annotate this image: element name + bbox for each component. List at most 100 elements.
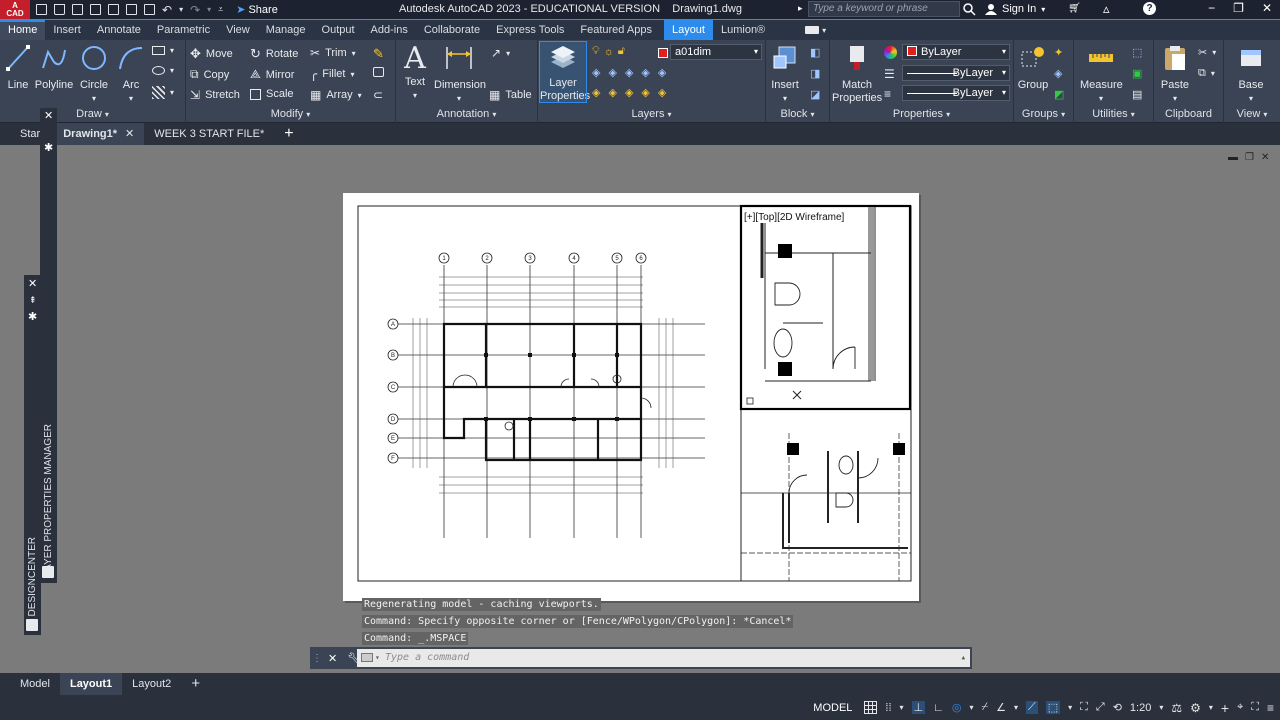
clean-screen-icon[interactable]: ⛶ bbox=[1251, 701, 1259, 714]
new-file-icon[interactable] bbox=[36, 4, 47, 15]
command-grip-icon[interactable]: ⋮ bbox=[312, 653, 322, 664]
dimension-button[interactable]: Dimension ▾ bbox=[434, 44, 486, 105]
ungroup-button[interactable]: ✦ bbox=[1054, 46, 1063, 59]
circle-dropdown-icon[interactable]: ▾ bbox=[78, 92, 110, 105]
polyline-button[interactable]: Polyline bbox=[34, 44, 74, 92]
snap-dropdown-icon[interactable]: ▾ bbox=[900, 703, 904, 712]
autocad-logo[interactable]: A CAD bbox=[0, 0, 30, 19]
layer-properties-button[interactable]: Layer Properties bbox=[539, 41, 590, 103]
block-attributes-button[interactable]: ◪ bbox=[810, 88, 820, 101]
group-select-button[interactable]: ◩ bbox=[1054, 88, 1064, 101]
tab-parametric[interactable]: Parametric bbox=[149, 20, 218, 40]
undo-icon[interactable]: ↶ bbox=[162, 4, 172, 16]
tab-express-tools[interactable]: Express Tools bbox=[488, 20, 572, 40]
viewport-scale[interactable]: 1:20 bbox=[1130, 702, 1151, 714]
workspace-dropdown-icon[interactable]: ▾ bbox=[1209, 703, 1213, 712]
rotate-button[interactable]: ↻ Rotate bbox=[250, 46, 298, 62]
tab-view[interactable]: View bbox=[218, 20, 258, 40]
viewport-minimize-icon[interactable]: ▬ bbox=[1228, 152, 1238, 163]
layers-panel-title[interactable]: Layers ▾ bbox=[538, 108, 765, 120]
anno-monitor-icon[interactable]: ⟲ bbox=[1113, 701, 1122, 714]
linetype-dropdown[interactable]: ByLayer ▾ bbox=[902, 65, 1010, 81]
redo-dropdown-icon[interactable]: ▾ bbox=[207, 5, 211, 14]
palette-settings-icon[interactable]: ✱ bbox=[44, 141, 53, 154]
tab-manage[interactable]: Manage bbox=[258, 20, 314, 40]
doc-tab-drawing1[interactable]: Drawing1* ✕ bbox=[53, 123, 145, 145]
linetype-icon[interactable]: ≡ bbox=[884, 87, 891, 101]
palette-close-icon[interactable]: ✕ bbox=[44, 109, 53, 122]
help-search-input[interactable]: Type a keyword or phrase bbox=[808, 1, 960, 17]
ellipse-button[interactable]: ▾ bbox=[152, 66, 174, 75]
ortho-icon[interactable]: ◎ bbox=[952, 701, 962, 714]
layer-dropdown[interactable]: a01dim ▾ bbox=[670, 44, 762, 60]
tab-output[interactable]: Output bbox=[314, 20, 363, 40]
block-panel-title[interactable]: Block ▾ bbox=[766, 108, 829, 120]
designcenter-pin-icon[interactable]: ⇞ bbox=[29, 295, 37, 306]
dynamic-input-icon[interactable]: ∟ bbox=[933, 702, 944, 714]
osnap-icon[interactable]: ∠ bbox=[996, 701, 1006, 714]
create-block-button[interactable]: ◧ bbox=[810, 46, 820, 59]
sign-in-button[interactable]: Sign In ▾ bbox=[985, 3, 1045, 15]
osnap-dropdown-icon[interactable]: ▾ bbox=[1014, 703, 1018, 712]
trim-button[interactable]: ✂ Trim ▾ bbox=[310, 46, 356, 60]
paste-button[interactable]: Paste ▾ bbox=[1158, 44, 1192, 105]
object-snap-tracking-icon[interactable]: ⟋ bbox=[1026, 701, 1038, 714]
layer-state-icons[interactable]: 💡︎ ☼ 🔓︎ bbox=[592, 45, 625, 58]
minimize-icon[interactable]: − bbox=[1208, 1, 1215, 15]
command-history-toggle-icon[interactable]: ▴ bbox=[961, 649, 966, 667]
tab-annotate[interactable]: Annotate bbox=[89, 20, 149, 40]
copy-clip-button[interactable]: ⧉ ▾ bbox=[1198, 67, 1215, 80]
base-view-button[interactable]: Base ▾ bbox=[1234, 44, 1268, 105]
close-tab-icon[interactable]: ✕ bbox=[125, 123, 134, 145]
tab-collaborate[interactable]: Collaborate bbox=[416, 20, 488, 40]
cut-button[interactable]: ✂ ▾ bbox=[1198, 46, 1216, 59]
group-button[interactable]: Group bbox=[1016, 44, 1050, 92]
plot-icon[interactable] bbox=[144, 4, 155, 15]
help-icon[interactable]: ? bbox=[1143, 2, 1156, 15]
hatch-button[interactable]: ▾ bbox=[152, 86, 174, 99]
arc-button[interactable]: Arc ▾ bbox=[115, 44, 147, 105]
customize-qat-icon[interactable]: ⩡ bbox=[218, 5, 223, 14]
array-button[interactable]: ▦ Array ▾ bbox=[310, 88, 362, 102]
auto-scale-icon[interactable]: ⤢ bbox=[1096, 701, 1105, 714]
calculator-button[interactable]: ▤ bbox=[1132, 88, 1142, 101]
scale-button[interactable]: Scale bbox=[250, 88, 294, 100]
polar-dropdown-icon[interactable]: ▾ bbox=[970, 703, 974, 712]
utilities-panel-title[interactable]: Utilities ▾ bbox=[1074, 108, 1153, 120]
isolate-objects-icon[interactable]: ⌖ bbox=[1237, 701, 1243, 714]
search-expand-icon[interactable]: ▸ bbox=[798, 3, 803, 14]
quick-select-button[interactable]: ⬚ bbox=[1132, 46, 1142, 59]
doc-tab-week3[interactable]: WEEK 3 START FILE* bbox=[144, 123, 274, 145]
command-prompt-icon[interactable] bbox=[361, 653, 373, 662]
autodesk-app-icon[interactable]: ▵ bbox=[1103, 1, 1110, 17]
add-layout-button[interactable]: + bbox=[181, 673, 210, 695]
insert-block-button[interactable]: Insert ▾ bbox=[768, 44, 802, 105]
open-file-icon[interactable] bbox=[54, 4, 65, 15]
command-close-icon[interactable]: ✕ bbox=[328, 652, 337, 665]
share-button[interactable]: ➤ Share bbox=[236, 3, 278, 17]
tab-layout[interactable]: Layout bbox=[663, 20, 713, 40]
annotation-scale-icon[interactable]: ⚖ bbox=[1171, 701, 1182, 715]
groups-panel-title[interactable]: Groups ▾ bbox=[1014, 108, 1073, 120]
ribbon-toggle-dropdown-icon[interactable]: ▾ bbox=[822, 26, 826, 35]
view-panel-title[interactable]: View ▾ bbox=[1224, 108, 1280, 120]
color-dropdown[interactable]: ByLayer ▾ bbox=[902, 44, 1010, 60]
viewport-close-icon[interactable]: ✕ bbox=[1261, 152, 1269, 163]
copy-button[interactable]: ⧉ Copy bbox=[190, 67, 229, 82]
fillet-button[interactable]: ╭ Fillet ▾ bbox=[310, 67, 354, 81]
edit-block-button[interactable]: ◨ bbox=[810, 67, 820, 80]
close-icon[interactable]: ✕ bbox=[1262, 1, 1272, 15]
table-button[interactable]: ▦ Table bbox=[489, 88, 532, 102]
group-edit-button[interactable]: ◈ bbox=[1054, 67, 1062, 80]
text-button[interactable]: A Text ▾ bbox=[400, 42, 430, 102]
annotation-panel-title[interactable]: Annotation ▾ bbox=[396, 108, 537, 120]
draw-panel-title[interactable]: Draw ▾ bbox=[0, 108, 185, 120]
move-button[interactable]: ✥ Move bbox=[190, 46, 233, 62]
explode-button[interactable] bbox=[373, 67, 384, 77]
tab-layout1[interactable]: Layout1 bbox=[59, 673, 123, 695]
tab-lumion[interactable]: Lumion® bbox=[713, 20, 773, 40]
selection-cycling-icon[interactable]: ⬚ bbox=[1045, 701, 1061, 714]
mirror-button[interactable]: ⟁ Mirror bbox=[250, 67, 294, 82]
measure-button[interactable]: Measure ▾ bbox=[1080, 44, 1123, 105]
selection-dropdown-icon[interactable]: ▾ bbox=[1068, 703, 1072, 712]
